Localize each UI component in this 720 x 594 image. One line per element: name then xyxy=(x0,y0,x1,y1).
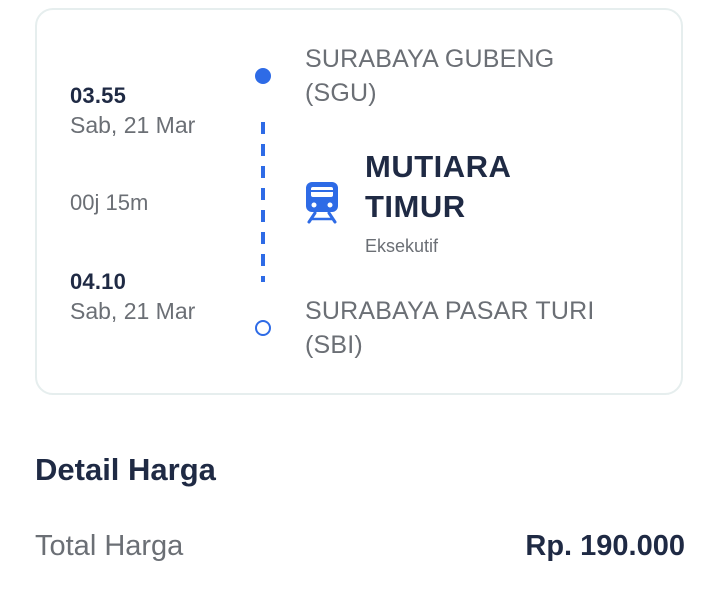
train-name-line2: TIMUR xyxy=(365,189,466,224)
departure-station-name: SURABAYA GUBENG xyxy=(305,45,555,73)
arrival-station-name: SURABAYA PASAR TURI xyxy=(305,297,595,325)
route-dashed-line xyxy=(261,122,265,282)
total-price-value: Rp. 190.000 xyxy=(525,530,685,562)
arrival-station-code: (SBI) xyxy=(305,331,363,359)
arrival-station: SURABAYA PASAR TURI (SBI) xyxy=(305,294,595,362)
departure-time: 03.55 xyxy=(70,83,127,108)
price-section-title: Detail Harga xyxy=(35,452,216,487)
train-name-line1: MUTIARA xyxy=(365,149,512,184)
arrival-dot-icon xyxy=(255,320,271,336)
departure-station-code: (SGU) xyxy=(305,79,377,107)
departure-station: SURABAYA GUBENG (SGU) xyxy=(305,42,554,110)
departure-dot-icon xyxy=(255,68,271,84)
trip-duration: 00j 15m xyxy=(70,190,149,215)
arrival-date: Sab, 21 Mar xyxy=(70,298,196,324)
train-name: MUTIARA TIMUR xyxy=(365,147,511,227)
arrival-time: 04.10 xyxy=(70,269,127,294)
total-price-label: Total Harga xyxy=(35,530,184,562)
departure-date: Sab, 21 Mar xyxy=(70,112,196,138)
train-icon xyxy=(303,180,341,224)
train-class: Eksekutif xyxy=(365,236,439,256)
